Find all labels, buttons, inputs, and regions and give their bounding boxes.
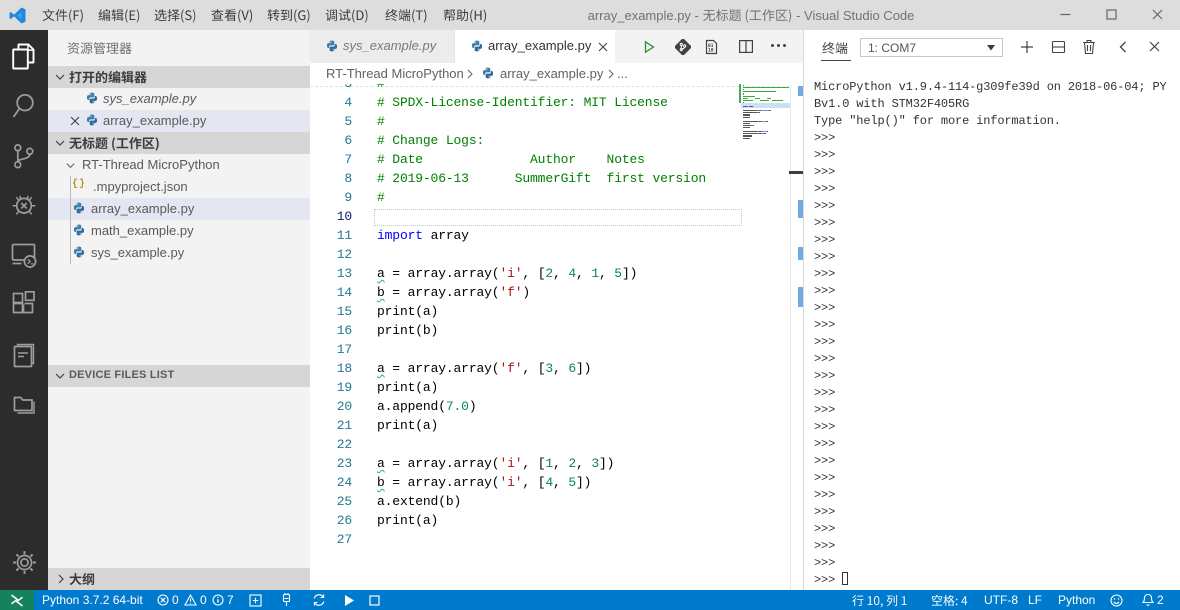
svg-text:10: 10 bbox=[708, 47, 714, 53]
